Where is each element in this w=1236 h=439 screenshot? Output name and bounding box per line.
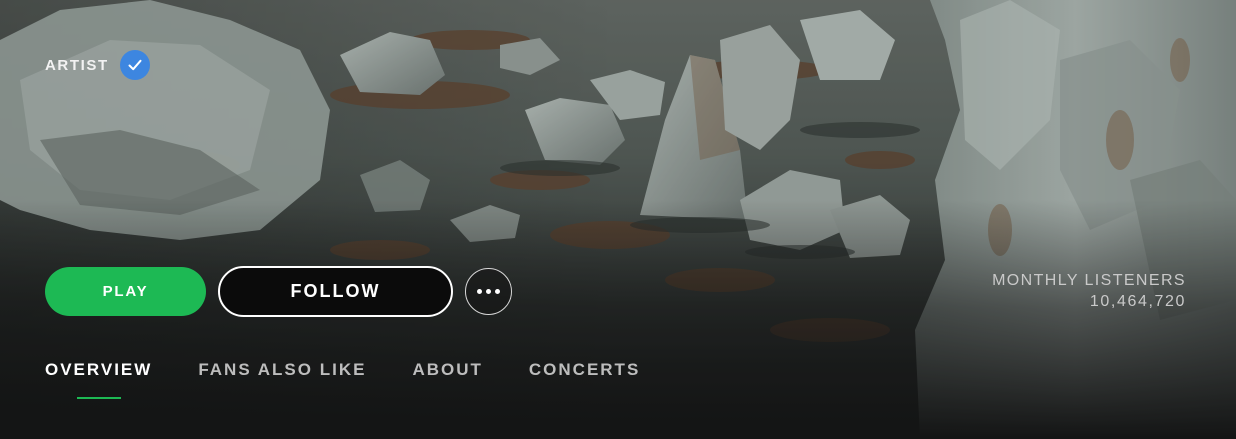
artist-type-label: ARTIST	[45, 50, 150, 80]
tab-fans-also-like[interactable]: FANS ALSO LIKE	[198, 360, 366, 392]
tab-label: ABOUT	[412, 360, 483, 379]
artist-tabs: OVERVIEW FANS ALSO LIKE ABOUT CONCERTS	[45, 360, 686, 399]
tab-about[interactable]: ABOUT	[412, 360, 482, 392]
tab-label: FANS ALSO LIKE	[198, 360, 367, 379]
monthly-listeners-label: MONTHLY LISTENERS	[992, 272, 1186, 289]
artist-header: ARTIST PLAY FOLLOW MONTHLY LISTENERS 10,…	[0, 0, 1236, 439]
follow-button[interactable]: FOLLOW	[218, 266, 453, 317]
monthly-listeners-value: 10,464,720	[1089, 293, 1186, 310]
artist-type-text: ARTIST	[45, 56, 109, 74]
tab-overview[interactable]: OVERVIEW	[45, 360, 153, 399]
play-button[interactable]: PLAY	[45, 267, 206, 316]
tab-label: OVERVIEW	[45, 360, 153, 379]
artist-actions: PLAY FOLLOW	[45, 266, 512, 317]
more-options-button[interactable]	[465, 268, 512, 315]
active-tab-indicator	[76, 397, 121, 399]
verified-badge-icon	[119, 50, 150, 80]
more-horizontal-icon	[477, 289, 482, 294]
tab-label: CONCERTS	[528, 360, 641, 379]
checkmark-icon	[128, 59, 142, 71]
tab-concerts[interactable]: CONCERTS	[529, 360, 640, 392]
monthly-listeners: MONTHLY LISTENERS 10,464,720	[992, 271, 1186, 313]
